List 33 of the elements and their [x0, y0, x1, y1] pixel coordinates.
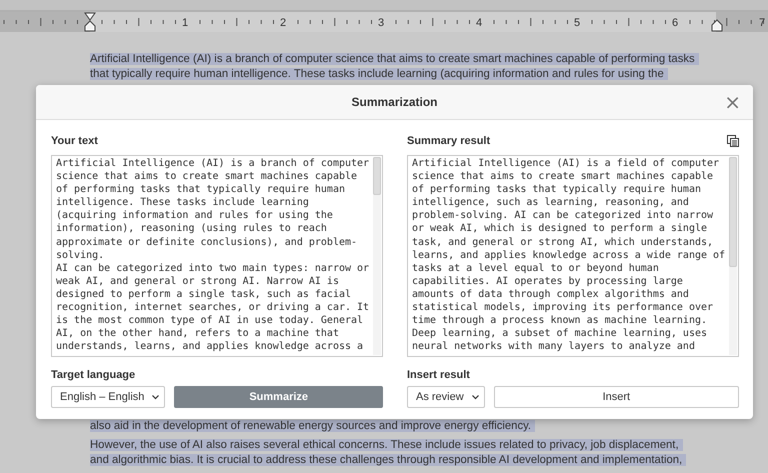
document-text: and algorithmic bias. It is crucial to address these challenges through responsible AI development and implementation, [90, 454, 686, 466]
close-button[interactable]: × [722, 92, 743, 112]
text-paragraph: Artificial Intelligence (AI) is a branch of computer science that aims to create smart machines capable of performing tasks that typically require human intelligence. These tasks include learning (acquiring information and rules for using the information), reasoning (using rules to reach approximate or definite conclusions), and problem-solving. [56, 157, 370, 262]
caret-icon [152, 394, 160, 400]
ruler-number: 1 [182, 17, 188, 29]
ruler-number: 3 [378, 17, 384, 29]
ruler-number: 6 [672, 17, 678, 29]
text-area[interactable] [51, 155, 383, 357]
dropdown[interactable]: English – English [51, 386, 166, 408]
document-text: also aid in the development of renewable energy sources and improve energy efficiency. [90, 420, 536, 432]
dropdown[interactable]: As review [407, 386, 485, 408]
field-label: Your text [51, 135, 98, 147]
text-paragraph: Artificial Intelligence (AI) is a field of computer science that aims to create smart machines capable of performing tasks that typically require human intelligence, such as learning, reasoning, and problem-solving. AI can be categorized into narrow or weak AI, which is designed to perform a single task, and general or strong AI, which understands, learns, and applies knowledge across a wide range of tasks at a level equal to or beyond human capabilities. AI operates by processing large amounts of data through complex algorithms and statistical models, improving its performance over time through a process known as machine learning. Deep learning, a subset of machine learning, uses neural networks with many layers to analyze and [412, 157, 726, 354]
ruler-number: 5 [574, 17, 580, 29]
indent-marker[interactable] [84, 12, 96, 32]
field-label: Insert result [407, 369, 471, 381]
insert-button[interactable]: Insert [494, 386, 739, 408]
text-paragraph: AI can be categorized into two main types: narrow or weak AI, and general or strong AI. Narrow AI is designed to perform a single task, such as facial recognition, internet searches, or driving a car. It is the most common type of AI in use today. General AI, on the other hand, refers to a machine that understands, learns, and applies knowledge across a [56, 262, 370, 354]
document-text: However, the use of AI also raises several ethical concerns. These include issues related to privacy, job displacement, [90, 439, 683, 451]
right-indent-marker[interactable] [712, 19, 722, 32]
caret-icon [472, 394, 479, 400]
ruler-number: 2 [280, 17, 286, 29]
field-label: Target language [51, 369, 136, 381]
dialog-title: Summarization [351, 95, 438, 109]
scrollbar[interactable] [373, 157, 381, 355]
ruler-number: 7 [758, 17, 766, 29]
summarize-button[interactable]: Summarize [174, 386, 383, 408]
field-label: Summary result [407, 135, 490, 147]
document-text: that typically require human intelligence. These tasks include learning (acquiring information and rules for using the [90, 68, 668, 80]
ruler-number: 4 [476, 17, 482, 29]
copy-icon[interactable] [727, 135, 739, 147]
document-text: Artificial Intelligence (AI) is a branch of computer science that aims to create smart machines capable of performing tasks [90, 53, 699, 65]
scrollbar[interactable] [729, 157, 737, 355]
